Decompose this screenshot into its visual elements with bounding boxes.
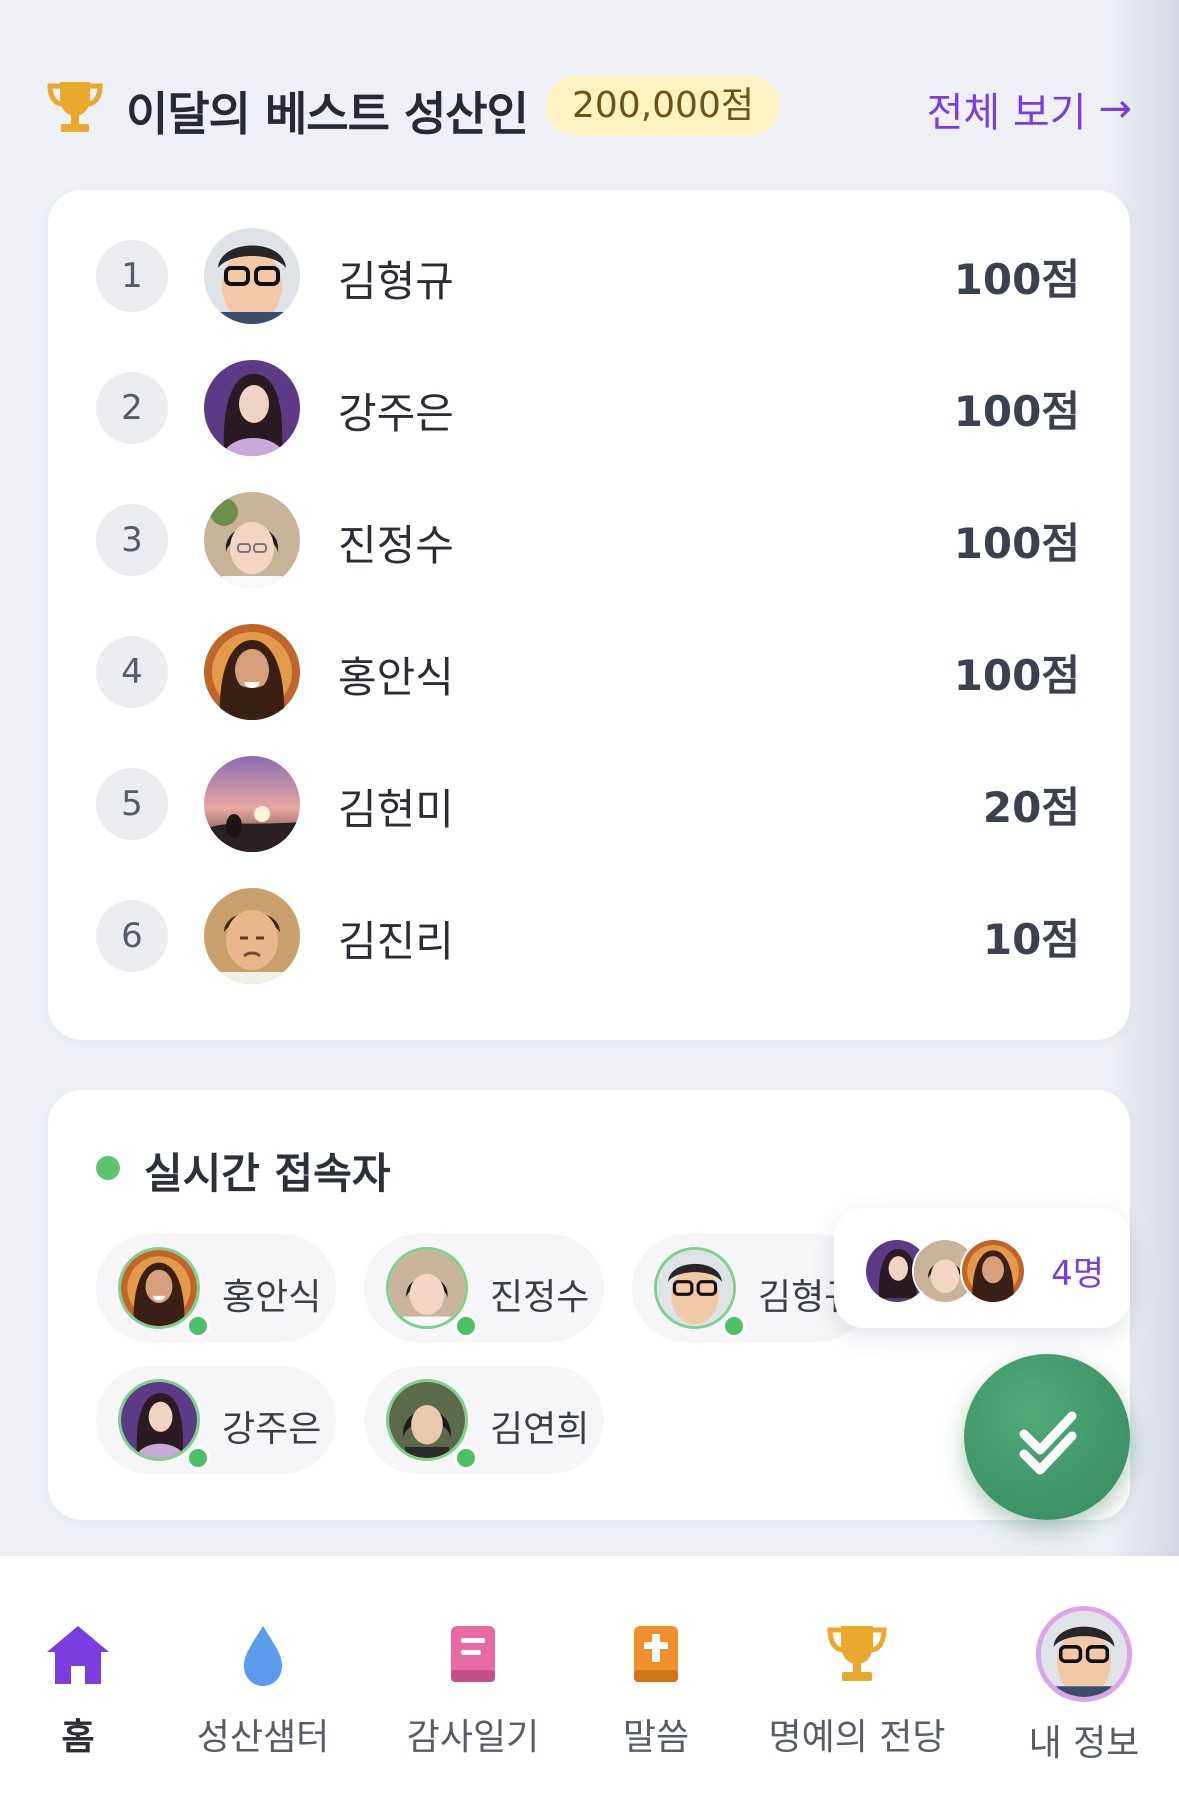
online-status-dot xyxy=(454,1446,478,1470)
member-score: 100점 xyxy=(953,651,1080,700)
online-user-chip[interactable]: 김연희 xyxy=(364,1366,604,1474)
nav-hall-of-fame[interactable]: 명예의 전당 xyxy=(762,1556,952,1811)
ranking-row[interactable]: 6 김진리 10점 xyxy=(48,870,1130,1002)
online-user-name: 김연희 xyxy=(490,1409,590,1450)
nav-label: 홈 xyxy=(61,1717,95,1758)
nav-my-info[interactable]: 내 정보 xyxy=(1014,1556,1154,1811)
best-member-header: 이달의 베스트 성산인 200,000점 전체 보기 → xyxy=(46,72,1132,142)
rank-number: 2 xyxy=(96,372,168,444)
nav-label: 성산샘터 xyxy=(196,1717,330,1758)
online-user-name: 홍안식 xyxy=(222,1277,322,1318)
avatar xyxy=(118,1247,200,1329)
nav-label: 명예의 전당 xyxy=(768,1717,946,1758)
ranking-row[interactable]: 1 김형규 100점 xyxy=(48,210,1130,342)
water-drop-icon xyxy=(244,1626,282,1686)
online-status-dot xyxy=(186,1314,210,1338)
member-score: 100점 xyxy=(953,255,1080,304)
rank-number: 5 xyxy=(96,768,168,840)
member-score: 100점 xyxy=(953,387,1080,436)
online-user-name: 강주은 xyxy=(222,1409,322,1450)
member-name: 김진리 xyxy=(338,917,454,966)
rank-number: 4 xyxy=(96,636,168,708)
bible-icon xyxy=(634,1626,678,1682)
arrow-right-icon: → xyxy=(1098,86,1132,132)
ranking-row[interactable]: 2 강주은 100점 xyxy=(48,342,1130,474)
ranking-row[interactable]: 4 홍안식 100점 xyxy=(48,606,1130,738)
member-name: 김형규 xyxy=(338,257,454,306)
rank-number: 1 xyxy=(96,240,168,312)
member-name: 강주은 xyxy=(338,389,454,438)
nav-label: 감사일기 xyxy=(406,1717,540,1758)
online-users-popup[interactable]: 4명 xyxy=(834,1208,1130,1328)
nav-home[interactable]: 홈 xyxy=(18,1556,138,1811)
view-all-label: 전체 보기 xyxy=(926,90,1087,136)
ranking-card: 1 김형규 100점 2 강주은 100점 3 진정수 100점 4 홍안식 1… xyxy=(48,190,1130,1040)
member-name: 김현미 xyxy=(338,785,454,834)
avatar xyxy=(118,1379,200,1461)
home-icon xyxy=(47,1626,109,1684)
nav-word[interactable]: 말씀 xyxy=(596,1556,716,1811)
member-score: 20점 xyxy=(982,783,1080,832)
double-check-icon xyxy=(1019,1411,1077,1475)
nav-gratitude-journal[interactable]: 감사일기 xyxy=(398,1556,548,1811)
avatar xyxy=(654,1247,736,1329)
online-user-chip[interactable]: 강주은 xyxy=(96,1366,336,1474)
nav-seongsan-spring[interactable]: 성산샘터 xyxy=(188,1556,338,1811)
member-name: 홍안식 xyxy=(338,653,454,702)
avatar xyxy=(204,624,300,720)
member-score: 10점 xyxy=(982,915,1080,964)
nav-label: 내 정보 xyxy=(1028,1723,1140,1764)
avatar xyxy=(204,360,300,456)
online-count: 4명 xyxy=(1051,1254,1104,1294)
online-user-chip[interactable]: 진정수 xyxy=(364,1234,604,1342)
avatar xyxy=(204,888,300,984)
trophy-icon xyxy=(827,1626,887,1681)
view-all-link[interactable]: 전체 보기 → xyxy=(927,80,1132,138)
ranking-row[interactable]: 3 진정수 100점 xyxy=(48,474,1130,606)
online-status-dot xyxy=(186,1446,210,1470)
page-title: 이달의 베스트 성산인 xyxy=(126,87,529,141)
rank-number: 6 xyxy=(96,900,168,972)
ranking-row[interactable]: 5 김현미 20점 xyxy=(48,738,1130,870)
nav-label: 말씀 xyxy=(622,1717,690,1758)
avatar xyxy=(204,228,300,324)
member-name: 진정수 xyxy=(338,521,454,570)
online-status-dot xyxy=(454,1314,478,1338)
avatar xyxy=(386,1379,468,1461)
avatar xyxy=(204,756,300,852)
profile-avatar xyxy=(1036,1606,1132,1702)
bottom-navigation: 홈 성산샘터 감사일기 말씀 명예의 전당 내 정보 xyxy=(0,1556,1179,1811)
prize-badge: 200,000점 xyxy=(546,76,780,136)
check-in-button[interactable] xyxy=(964,1354,1130,1520)
trophy-icon xyxy=(47,82,103,132)
online-users-title: 실시간 접속자 xyxy=(144,1149,391,1198)
online-user-chip[interactable]: 홍안식 xyxy=(96,1234,336,1342)
avatar xyxy=(204,492,300,588)
member-score: 100점 xyxy=(953,519,1080,568)
online-user-name: 진정수 xyxy=(490,1277,590,1318)
journal-icon xyxy=(451,1626,495,1682)
rank-number: 3 xyxy=(96,504,168,576)
online-status-dot xyxy=(722,1314,746,1338)
avatar xyxy=(386,1247,468,1329)
online-indicator-icon xyxy=(96,1156,120,1180)
avatar xyxy=(960,1238,1026,1304)
